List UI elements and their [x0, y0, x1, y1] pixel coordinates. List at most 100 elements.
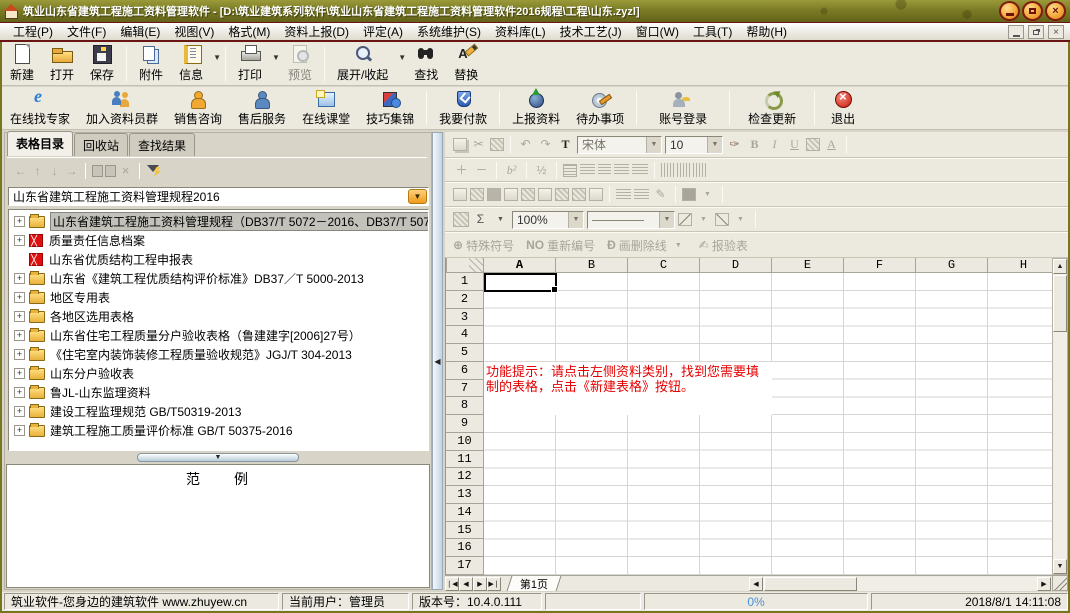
chevron-down-icon[interactable]: ▼	[659, 212, 674, 228]
horizontal-scroll-thumb[interactable]	[764, 577, 857, 591]
resize-corner-button[interactable]	[1052, 575, 1068, 591]
diagonal-line2-dropdown-icon[interactable]: ▼	[732, 212, 749, 227]
row-header-5[interactable]: 5	[446, 344, 484, 362]
find-button[interactable]: 查找	[406, 42, 446, 85]
menu-item-library[interactable]: 资料库(L)	[488, 22, 553, 41]
split-table-icon[interactable]	[538, 188, 552, 201]
exit-button[interactable]: 退出	[819, 88, 867, 129]
menu-item-craft[interactable]: 技术工艺(J)	[553, 22, 629, 41]
menu-item-system[interactable]: 系统维护(S)	[410, 22, 488, 41]
format-painter-icon[interactable]: ✑	[726, 137, 743, 152]
tab-search-results[interactable]: 查找结果	[129, 133, 195, 156]
vertical-text-center-icon[interactable]	[677, 163, 690, 177]
align-center-icon[interactable]	[598, 164, 611, 176]
filter-icon[interactable]	[146, 163, 162, 179]
superscript-icon[interactable]: b²	[503, 163, 520, 178]
column-header-G[interactable]: G	[916, 258, 988, 273]
row-header-17[interactable]: 17	[446, 557, 484, 575]
merge-cells-icon[interactable]	[470, 188, 484, 201]
tree-item[interactable]: +质量责任信息档案	[9, 231, 428, 250]
mdi-close-button[interactable]: ×	[1048, 25, 1064, 39]
expand-icon[interactable]: +	[14, 292, 25, 303]
check-update-button[interactable]: 检查更新	[734, 88, 810, 129]
chevron-down-icon[interactable]: ▼	[646, 137, 661, 153]
minimize-button[interactable]	[999, 1, 1020, 21]
todo-button[interactable]: 待办事项	[568, 88, 632, 129]
column-header-F[interactable]: F	[844, 258, 916, 273]
bold-icon[interactable]: B	[746, 137, 763, 152]
online-class-button[interactable]: 在线课堂	[294, 88, 358, 129]
wrap-text-icon[interactable]	[563, 164, 577, 177]
attachment-button[interactable]: 附件	[131, 42, 171, 85]
tree-item[interactable]: +地区专用表	[9, 288, 428, 307]
fill-pattern-dropdown-icon[interactable]: ▼	[699, 187, 716, 202]
horizontal-scrollbar[interactable]: ◀ ▶	[749, 577, 1051, 591]
align-left-icon[interactable]	[580, 164, 595, 176]
undo-icon[interactable]: ↶	[517, 137, 534, 152]
expand-icon[interactable]: +	[14, 216, 25, 227]
chevron-down-icon[interactable]: ▼	[707, 137, 722, 153]
expand-icon[interactable]: +	[14, 425, 25, 436]
selected-cell-a1[interactable]	[484, 273, 557, 292]
move-right-icon[interactable]: →	[64, 164, 79, 178]
last-sheet-button[interactable]: ▶❘	[487, 577, 501, 591]
next-sheet-button[interactable]: ▶	[473, 577, 487, 591]
fill-color-icon[interactable]	[806, 138, 820, 151]
column-header-B[interactable]: B	[556, 258, 628, 273]
pattern-cell-icon[interactable]	[572, 188, 586, 201]
align-justify-icon[interactable]	[632, 164, 648, 176]
print-dropdown-icon[interactable]: ▼	[272, 53, 280, 62]
insert-row-icon[interactable]	[521, 188, 535, 201]
expand-icon[interactable]: +	[14, 311, 25, 322]
find-expert-button[interactable]: 在线找专家	[2, 88, 78, 129]
scroll-right-button[interactable]: ▶	[1037, 577, 1051, 591]
delete-node-icon[interactable]: ×	[118, 163, 133, 178]
renumber-button[interactable]: 重新编号	[547, 237, 595, 254]
move-left-icon[interactable]: ←	[13, 164, 28, 178]
tree-item[interactable]: +山东省住宅工程质量分户验收表格（鲁建建字[2006]27号）	[9, 326, 428, 345]
tree-item[interactable]: +建设工程监理规范 GB/T50319-2013	[9, 402, 428, 421]
tips-button[interactable]: 技巧集锦	[358, 88, 422, 129]
row-header-11[interactable]: 11	[446, 451, 484, 469]
expand-icon[interactable]: +	[14, 235, 25, 246]
print-button[interactable]: 打印	[230, 42, 270, 85]
report-data-button[interactable]: 上报资料	[504, 88, 568, 129]
underline-icon[interactable]: U	[786, 137, 803, 152]
diagonal-line-dropdown-icon[interactable]: ▼	[695, 212, 712, 227]
line-spacing-decrease-icon[interactable]	[634, 189, 649, 201]
shade-cell-icon[interactable]	[555, 188, 569, 201]
prev-sheet-button[interactable]: ◀	[459, 577, 473, 591]
row-header-12[interactable]: 12	[446, 468, 484, 486]
expand-icon[interactable]: +	[14, 330, 25, 341]
column-header-A[interactable]: A	[484, 258, 556, 273]
open-button[interactable]: 打开	[42, 42, 82, 85]
row-header-6[interactable]: 6	[446, 362, 484, 380]
table-grid-icon[interactable]	[453, 212, 469, 227]
paste-icon[interactable]	[490, 138, 504, 151]
tree-item[interactable]: +鲁JL-山东监理资料	[9, 383, 428, 402]
move-down-icon[interactable]: ↓	[47, 164, 62, 178]
delete-row-icon[interactable]	[504, 188, 518, 201]
fill-pattern-icon[interactable]	[682, 188, 696, 201]
expand-icon[interactable]: +	[14, 368, 25, 379]
paste-node-icon[interactable]	[105, 165, 116, 177]
vertical-text-right-icon[interactable]	[693, 163, 706, 177]
tree-item[interactable]: +山东省《建筑工程优质结构评价标准》DB37／T 5000-2013	[9, 269, 428, 288]
split-cell-icon[interactable]	[487, 188, 501, 201]
line-style-select[interactable]: ▼	[587, 211, 675, 229]
special-symbol-button[interactable]: 特殊符号	[466, 237, 514, 254]
expand-icon[interactable]: +	[14, 273, 25, 284]
menu-item-help[interactable]: 帮助(H)	[739, 22, 794, 41]
strikeline-dropdown-icon[interactable]: ▼	[670, 238, 687, 253]
column-header-C[interactable]: C	[628, 258, 700, 273]
row-header-1[interactable]: 1	[446, 273, 484, 291]
panel-splitter[interactable]: ◀	[432, 132, 443, 590]
pay-button[interactable]: 我要付款	[431, 88, 495, 129]
menu-item-edit[interactable]: 编辑(E)	[113, 22, 167, 41]
align-right-icon[interactable]	[614, 164, 629, 176]
after-sales-button[interactable]: 售后服务	[230, 88, 294, 129]
tree-item[interactable]: +山东省建筑工程施工资料管理规程（DB37/T 5072－2016、DB37/T…	[9, 212, 428, 231]
close-button[interactable]: ×	[1045, 1, 1066, 21]
row-header-14[interactable]: 14	[446, 504, 484, 522]
menu-item-report[interactable]: 资料上报(D)	[277, 22, 356, 41]
